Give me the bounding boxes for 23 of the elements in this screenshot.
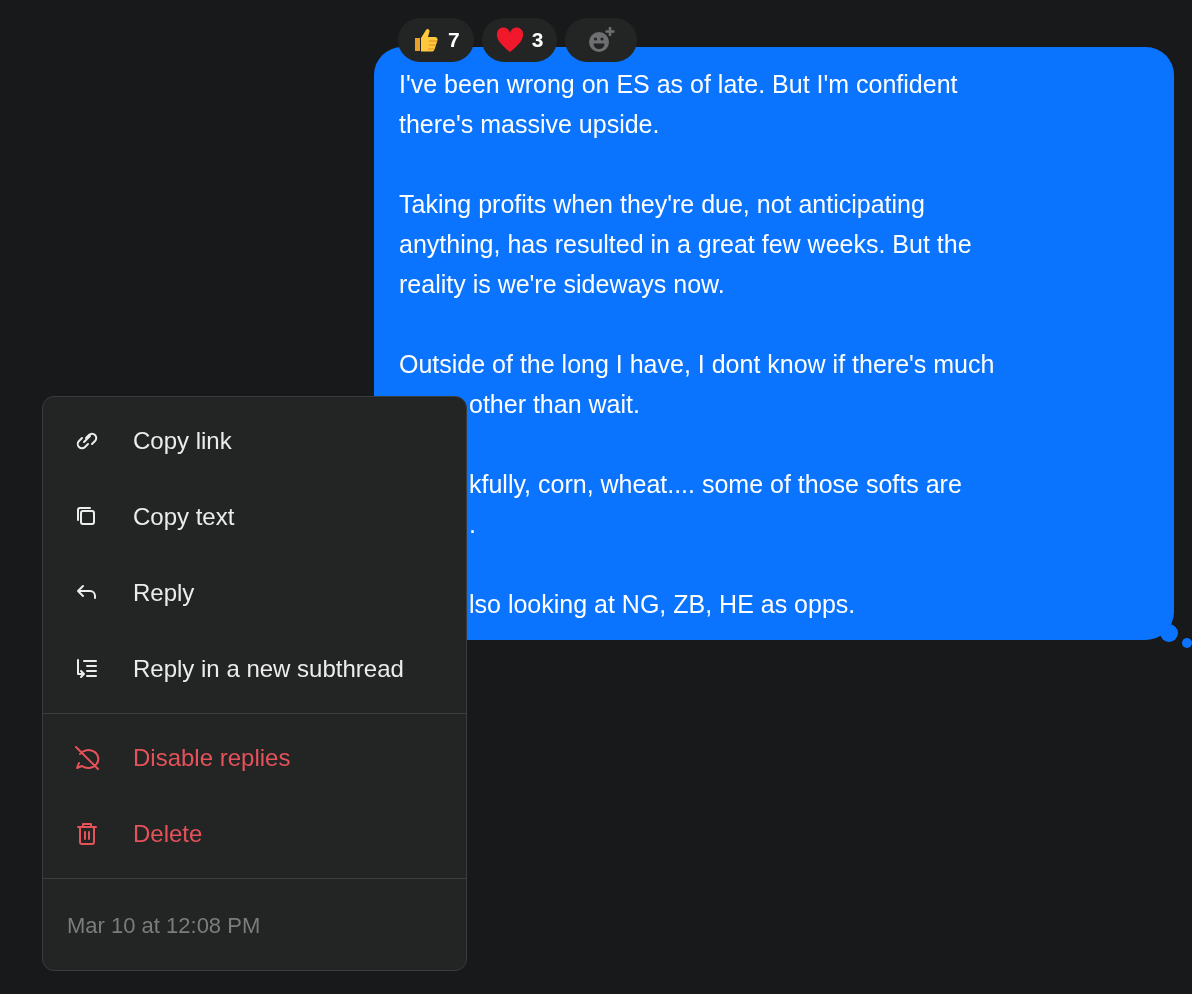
message-text: anything, has resulted in a great few weeks. But the bbox=[399, 229, 972, 260]
message-text: lso looking at NG, ZB, HE as opps. bbox=[469, 589, 856, 620]
message-text: Taking profits when they're due, not anticipating bbox=[399, 189, 925, 220]
thumbs-up-icon bbox=[412, 26, 440, 54]
message-text: Outside of the long I have, I dont know if there's much bbox=[399, 349, 995, 380]
heart-icon bbox=[495, 27, 524, 53]
reaction-button[interactable] bbox=[565, 18, 638, 62]
menu-item[interactable]: Reply in a new subthread bbox=[43, 631, 466, 707]
menu-item[interactable]: Delete bbox=[43, 796, 466, 872]
timestamp: Mar 10 at 12:08 PM bbox=[66, 912, 262, 940]
reaction-button[interactable]: 7 bbox=[398, 18, 474, 62]
message-text: there's massive upside. bbox=[399, 109, 660, 140]
reaction-button[interactable]: 3 bbox=[481, 18, 558, 62]
message-text: . bbox=[469, 509, 476, 540]
menu-item[interactable]: Reply bbox=[43, 555, 466, 631]
menu-item[interactable]: Disable replies bbox=[43, 720, 466, 796]
menu-item[interactable]: Copy link bbox=[43, 403, 466, 479]
message-text: kfully, corn, wheat.... some of those softs are bbox=[469, 469, 962, 500]
add-reaction-icon bbox=[586, 25, 617, 55]
message-text: other than wait. bbox=[469, 389, 640, 420]
message-text: I've been wrong on ES as of late. But I'm confident bbox=[399, 69, 958, 100]
menu-item[interactable]: Copy text bbox=[43, 479, 466, 555]
message-text: reality is we're sideways now. bbox=[399, 269, 725, 300]
